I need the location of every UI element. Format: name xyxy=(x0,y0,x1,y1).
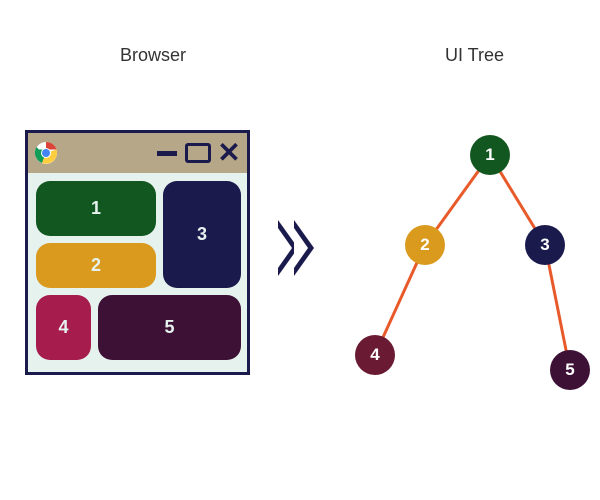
ui-tree: 1 2 3 4 5 xyxy=(330,125,590,395)
ui-element-5: 5 xyxy=(98,295,241,360)
chrome-icon xyxy=(34,141,58,165)
browser-titlebar: ✕ xyxy=(28,133,247,173)
browser-content: 1 2 3 4 5 xyxy=(28,173,247,373)
close-icon: ✕ xyxy=(217,141,241,165)
tree-node-4: 4 xyxy=(355,335,395,375)
ui-tree-label: UI Tree xyxy=(445,45,504,66)
arrow-icon xyxy=(278,220,314,276)
maximize-icon xyxy=(185,143,211,163)
tree-node-5: 5 xyxy=(550,350,590,390)
tree-node-3: 3 xyxy=(525,225,565,265)
ui-element-2: 2 xyxy=(36,243,156,288)
tree-node-2: 2 xyxy=(405,225,445,265)
minimize-icon xyxy=(155,141,179,165)
tree-node-1: 1 xyxy=(470,135,510,175)
browser-mockup: ✕ 1 2 3 4 5 xyxy=(25,130,250,375)
ui-element-4: 4 xyxy=(36,295,91,360)
browser-label: Browser xyxy=(120,45,186,66)
ui-element-3: 3 xyxy=(163,181,241,288)
ui-element-1: 1 xyxy=(36,181,156,236)
